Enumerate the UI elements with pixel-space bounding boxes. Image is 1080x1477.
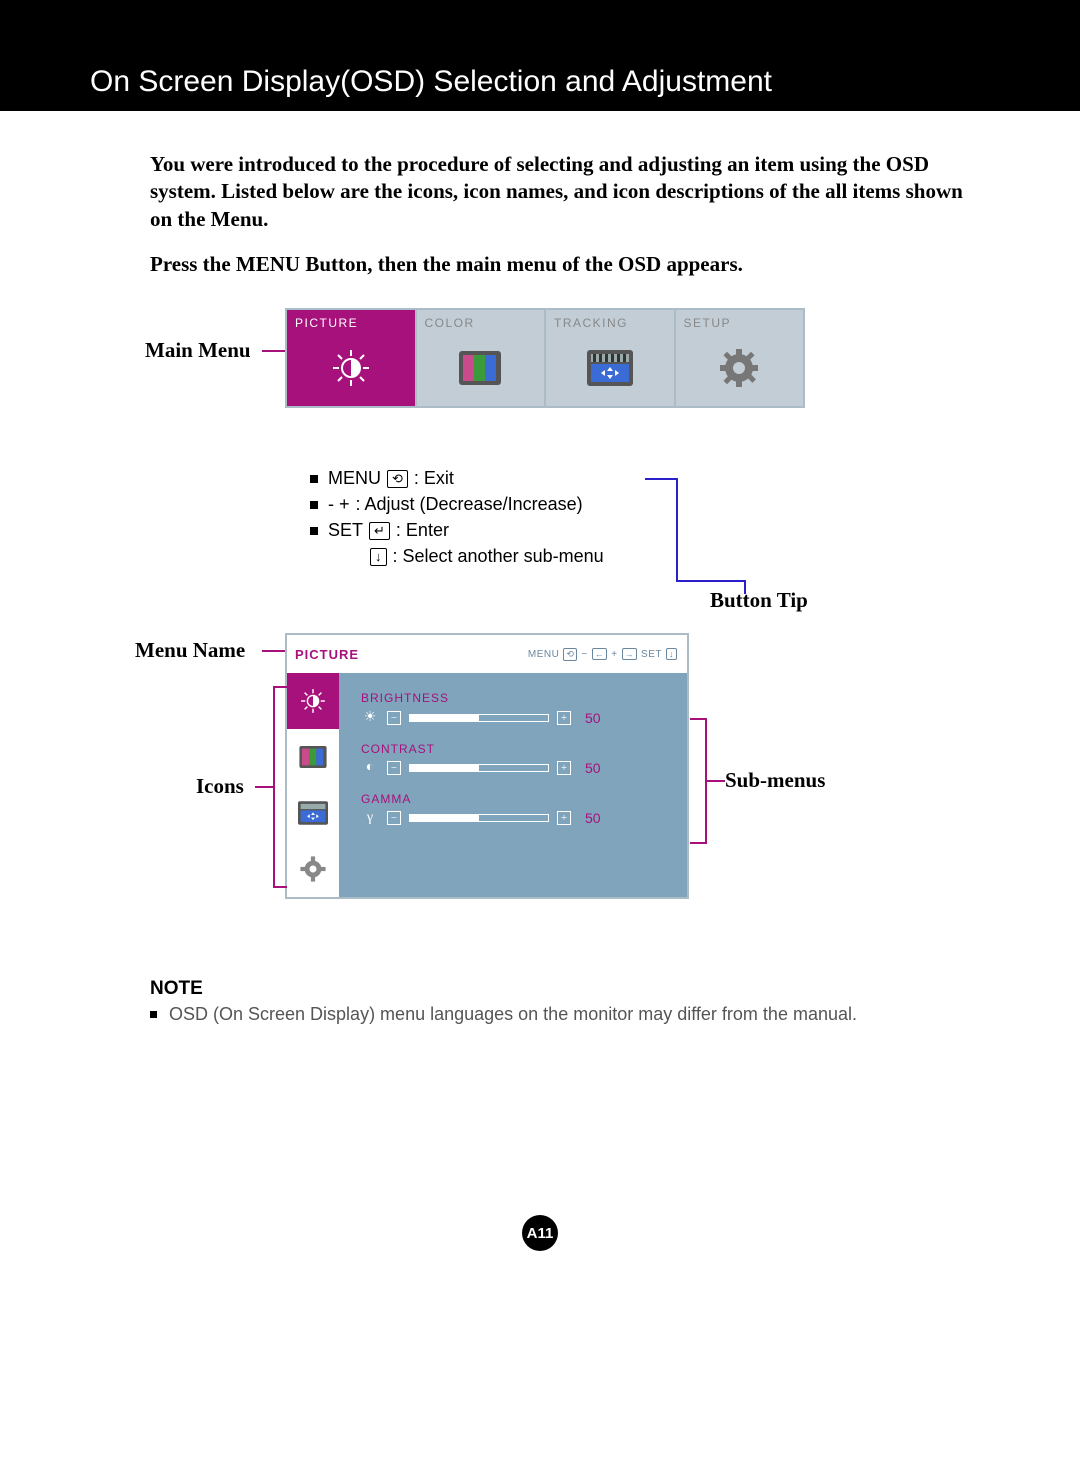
intro-text: You were introduced to the procedure of …: [150, 151, 970, 278]
tab-picture[interactable]: PICTURE: [287, 310, 417, 406]
color-bars-icon: [417, 330, 545, 406]
osd-panel: PICTURE MENU⟲ −← +→ SET↓: [285, 633, 689, 899]
callout-sub-menus: Sub-menus: [725, 768, 825, 793]
page-title: On Screen Display(OSD) Selection and Adj…: [0, 65, 1080, 111]
enter-key-icon: ↵: [369, 522, 390, 540]
plus-button[interactable]: +: [557, 811, 571, 825]
osd-menu-name: PICTURE: [287, 647, 357, 662]
tab-tracking[interactable]: TRACKING: [546, 310, 676, 406]
brightness-icon: [287, 330, 415, 406]
sub-gamma[interactable]: GAMMA γ − + 50: [361, 792, 671, 826]
sub-contrast[interactable]: CONTRAST ◐ − + 50: [361, 742, 671, 776]
callout-main-menu: Main Menu: [145, 338, 251, 363]
callout-icons: Icons: [196, 774, 244, 799]
sub-brightness[interactable]: BRIGHTNESS ☀ − + 50: [361, 691, 671, 726]
tracking-icon: [546, 330, 674, 406]
menu-key-icon: ⟲: [387, 470, 408, 488]
minus-button[interactable]: −: [387, 711, 401, 725]
tab-setup[interactable]: SETUP: [676, 310, 804, 406]
osd-side-icons: [287, 673, 339, 897]
side-icon-color[interactable]: [287, 729, 339, 785]
button-tips-legend: MENU ⟲ : Exit - + : Adjust (Decrease/Inc…: [310, 468, 604, 572]
plus-button[interactable]: +: [557, 711, 571, 725]
side-icon-picture[interactable]: [287, 673, 339, 729]
minus-button[interactable]: −: [387, 811, 401, 825]
gamma-icon: γ: [361, 810, 379, 826]
main-menu-tabs: PICTURE COLOR: [285, 308, 805, 408]
down-key-icon: ↓: [370, 548, 387, 566]
sun-icon: ☀: [361, 709, 379, 726]
minus-button[interactable]: −: [387, 761, 401, 775]
plus-button[interactable]: +: [557, 761, 571, 775]
callout-button-tip: Button Tip: [710, 588, 808, 613]
page-number-badge: A11: [522, 1215, 558, 1251]
tab-color[interactable]: COLOR: [417, 310, 547, 406]
callout-menu-name: Menu Name: [135, 638, 245, 663]
side-icon-setup[interactable]: [287, 841, 339, 897]
contrast-icon: ◐: [361, 760, 379, 776]
side-icon-tracking[interactable]: [287, 785, 339, 841]
note-section: NOTE OSD (On Screen Display) menu langua…: [150, 978, 970, 1025]
gear-icon: [676, 330, 804, 406]
